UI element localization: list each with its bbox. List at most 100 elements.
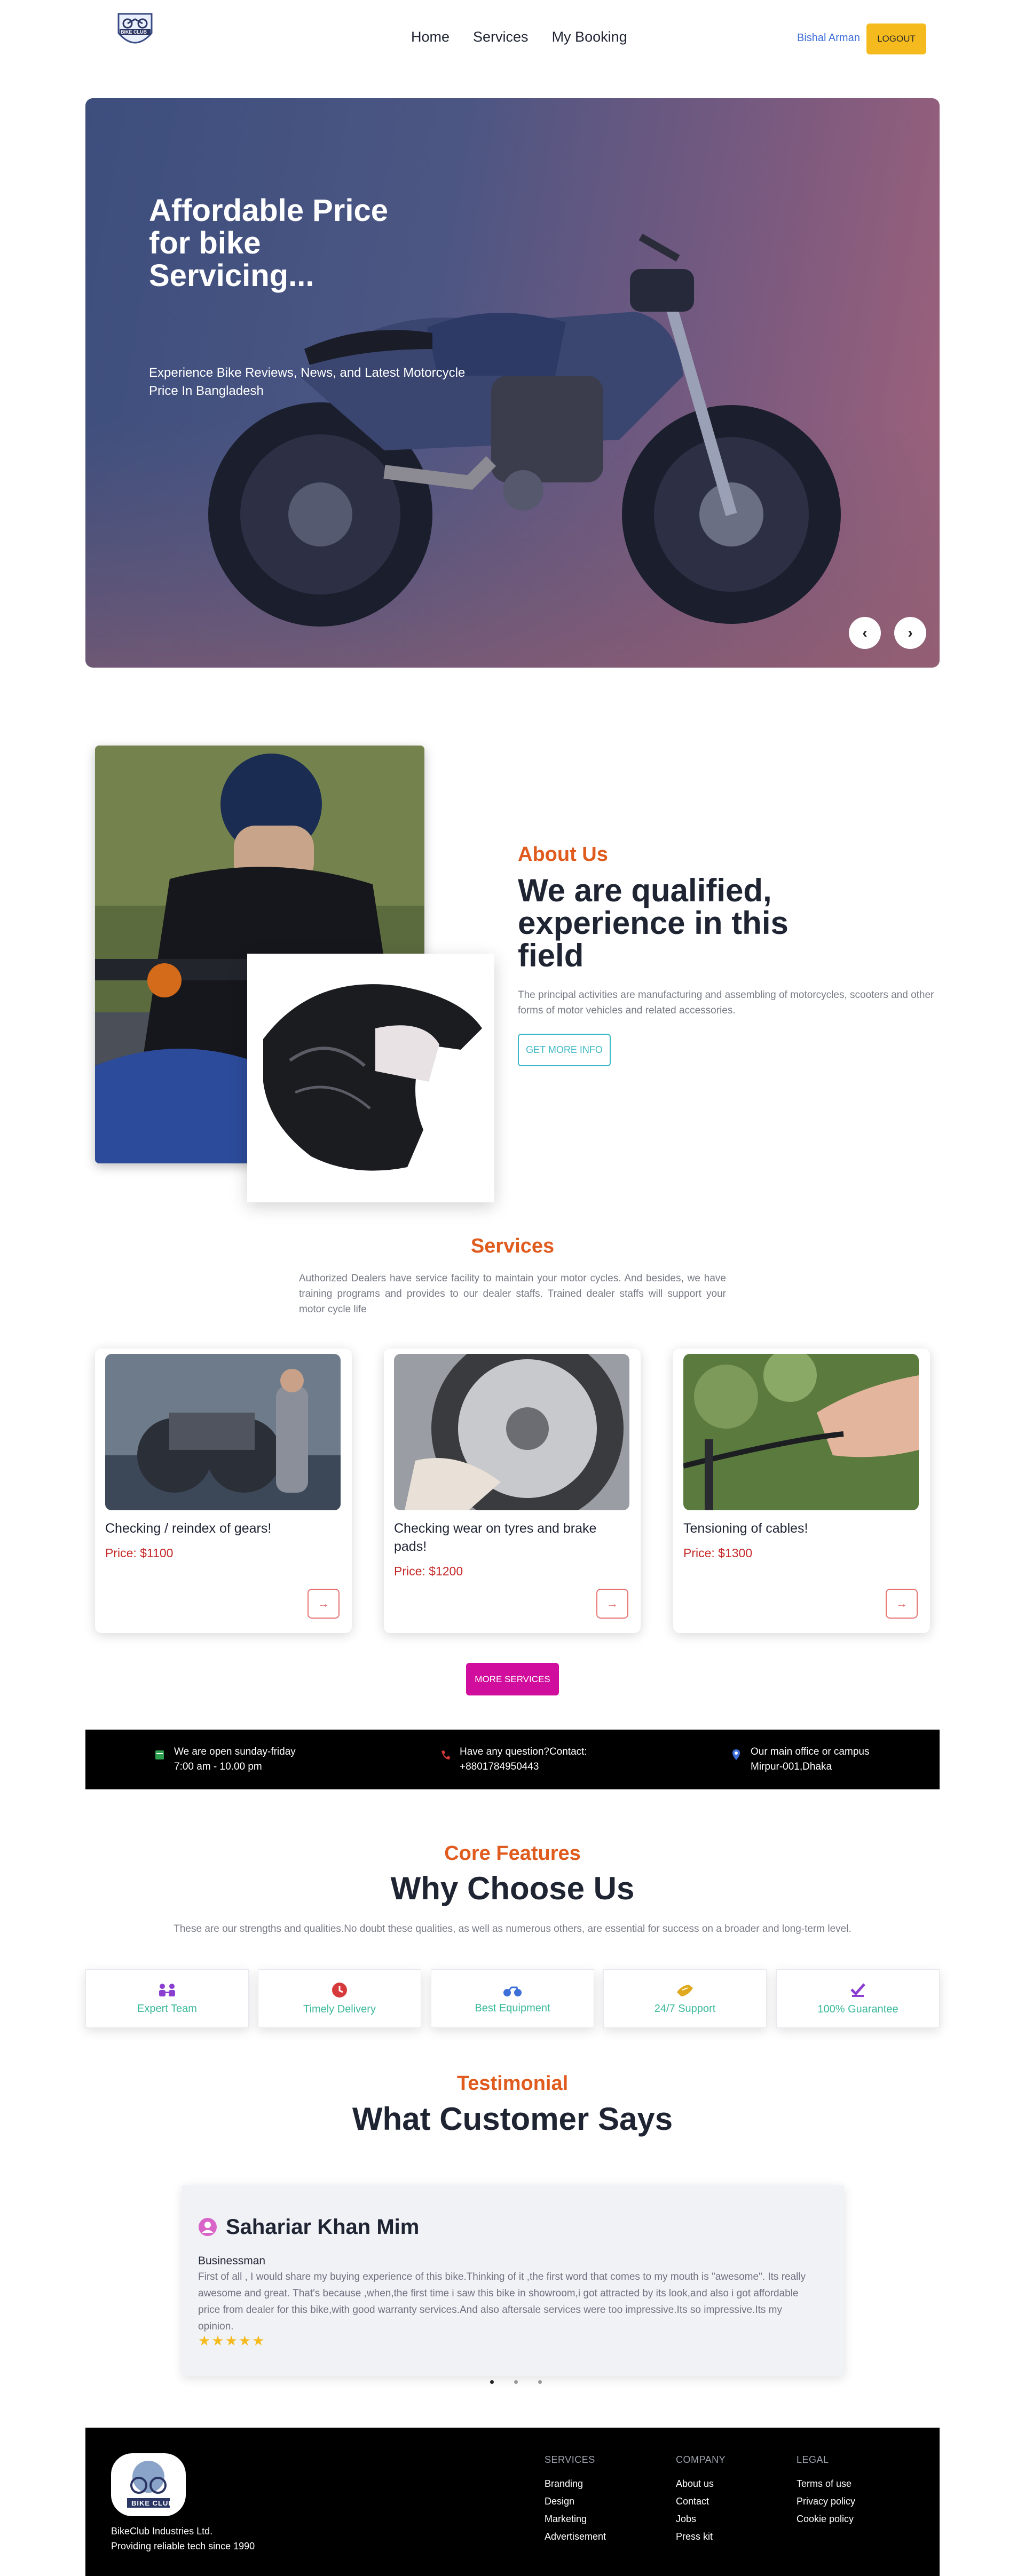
- logout-button[interactable]: LOGOUT: [866, 23, 926, 54]
- feature-label: Best Equipment: [475, 2002, 550, 2014]
- about-heading: We are qualified, experience in this fie…: [518, 873, 789, 973]
- footer-link[interactable]: Cookie policy: [797, 2514, 855, 2525]
- testimonial-card: Sahariar Khan Mim Businessman First of a…: [182, 2185, 844, 2376]
- carousel-next-button[interactable]: ›: [894, 617, 926, 649]
- features-tag: Core Features: [444, 1842, 581, 1865]
- carousel-dot-active[interactable]: [490, 2380, 494, 2384]
- check-icon: [850, 1983, 865, 1997]
- feature-card-best-equipment: Best Equipment: [431, 1969, 594, 2028]
- company-tagline: Providing reliable tech since 1990: [111, 2541, 255, 2551]
- testimonial-tag: Testimonial: [456, 2072, 569, 2095]
- arrow-right-icon: →: [896, 1597, 908, 1610]
- nav-my-booking[interactable]: My Booking: [552, 29, 627, 45]
- service-image-gears: [105, 1354, 341, 1510]
- footer-logo-text: BIKE CLUB: [131, 2499, 174, 2507]
- chevron-right-icon: ›: [908, 624, 913, 641]
- page: BIKE CLUB Home Services My Booking Bisha…: [0, 0, 1025, 2576]
- footer-column-title: COMPANY: [676, 2454, 726, 2465]
- testimonial-text: First of all , I would share my buying e…: [198, 2271, 806, 2332]
- more-services-button[interactable]: MORE SERVICES: [466, 1663, 559, 1695]
- feature-label: 100% Guarantee: [817, 2003, 898, 2015]
- calendar-icon: [155, 1750, 164, 1759]
- carousel-prev-button[interactable]: ‹: [849, 617, 881, 649]
- testimonial-heading: What Customer Says: [352, 2101, 673, 2137]
- service-title: Tensioning of cables!: [683, 1521, 808, 1536]
- clock-icon: [332, 1982, 347, 1998]
- footer-link[interactable]: Design: [545, 2496, 606, 2507]
- nav-links: Home Services My Booking: [411, 29, 627, 45]
- user-avatar-icon: [199, 2218, 217, 2236]
- contact-info: Have any question?Contact: +8801784950443: [440, 1745, 587, 1774]
- nav-home[interactable]: Home: [411, 29, 450, 45]
- footer-column-title: SERVICES: [545, 2454, 595, 2465]
- service-price: Price: $1200: [394, 1564, 463, 1578]
- footer-link[interactable]: Terms of use: [797, 2478, 855, 2490]
- footer-link[interactable]: Branding: [545, 2478, 606, 2490]
- info-value: 7:00 am - 10.00 pm: [174, 1761, 262, 1772]
- feature-card-expert-team: Expert Team: [85, 1969, 249, 2028]
- service-card[interactable]: Checking wear on tyres and brake pads! P…: [384, 1349, 641, 1633]
- carousel-dot[interactable]: [514, 2380, 518, 2384]
- footer-services-column: SERVICES Branding Design Marketing Adver…: [545, 2454, 606, 2549]
- arrow-right-icon: →: [318, 1597, 329, 1610]
- nav-services[interactable]: Services: [473, 29, 529, 45]
- feature-label: Timely Delivery: [303, 2003, 376, 2015]
- opening-hours: We are open sunday-friday 7:00 am - 10.00…: [155, 1745, 296, 1774]
- footer-link[interactable]: Jobs: [676, 2514, 726, 2525]
- service-price: Price: $1100: [105, 1546, 174, 1560]
- service-detail-button[interactable]: →: [886, 1589, 918, 1619]
- info-label: Our main office or campus: [751, 1746, 870, 1757]
- service-name: Checking wear on tyres and brake pads! P…: [394, 1519, 629, 1580]
- hero-banner: Affordable Price for bike Servicing... E…: [85, 98, 940, 668]
- footer-link[interactable]: About us: [676, 2478, 726, 2490]
- phone-icon: [441, 1750, 450, 1759]
- footer-link[interactable]: Advertisement: [545, 2531, 606, 2542]
- footer-logo[interactable]: BIKE CLUB: [111, 2453, 186, 2516]
- services-description: Authorized Dealers have service facility…: [299, 1273, 726, 1315]
- feature-label: Expert Team: [137, 2002, 197, 2015]
- footer-link[interactable]: Press kit: [676, 2531, 726, 2542]
- arrow-right-icon: →: [606, 1597, 618, 1610]
- info-label: We are open sunday-friday: [174, 1746, 296, 1757]
- feature-card-guarantee: 100% Guarantee: [776, 1969, 940, 2028]
- carousel-dot[interactable]: [538, 2380, 542, 2384]
- footer-link[interactable]: Contact: [676, 2496, 726, 2507]
- services-tag: Services: [470, 1235, 555, 1257]
- footer-link[interactable]: Marketing: [545, 2514, 606, 2525]
- helmet-image: [247, 954, 494, 1202]
- about-text: The principal activities are manufacturi…: [518, 989, 934, 1016]
- get-more-info-button[interactable]: GET MORE INFO: [518, 1034, 611, 1066]
- bike-club-logo[interactable]: BIKE CLUB: [113, 7, 157, 51]
- hero-subtitle: Experience Bike Reviews, News, and Lates…: [149, 366, 466, 398]
- service-image-cables: [683, 1354, 919, 1510]
- footer-company: BikeClub Industries Ltd. Providing relia…: [111, 2524, 255, 2554]
- location-icon: [732, 1749, 740, 1760]
- service-card[interactable]: Checking / reindex of gears! Price: $110…: [95, 1349, 352, 1633]
- carousel-dots: [490, 2380, 542, 2384]
- info-label: Have any question?Contact:: [460, 1746, 587, 1757]
- info-value: Mirpur-001,Dhaka: [751, 1761, 832, 1772]
- feature-card-timely-delivery: Timely Delivery: [258, 1969, 421, 2028]
- service-detail-button[interactable]: →: [308, 1589, 340, 1619]
- service-detail-button[interactable]: →: [596, 1589, 628, 1619]
- service-name: Checking / reindex of gears! Price: $110…: [105, 1519, 340, 1562]
- company-name: BikeClub Industries Ltd.: [111, 2526, 213, 2537]
- office-location: Our main office or campus Mirpur-001,Dhak…: [731, 1745, 869, 1774]
- service-price: Price: $1300: [683, 1546, 753, 1560]
- service-card[interactable]: Tensioning of cables! Price: $1300 →: [673, 1349, 930, 1633]
- about-tag: About Us: [518, 843, 608, 866]
- service-title: Checking wear on tyres and brake pads!: [394, 1521, 597, 1554]
- info-value[interactable]: +8801784950443: [460, 1759, 587, 1774]
- feature-label: 24/7 Support: [654, 2002, 716, 2015]
- user-name[interactable]: Bishal Arman: [797, 32, 860, 44]
- service-name: Tensioning of cables! Price: $1300: [683, 1519, 918, 1562]
- footer-legal-column: LEGAL Terms of use Privacy policy Cookie…: [797, 2454, 855, 2531]
- features-description: These are our strengths and qualities.No…: [174, 1923, 851, 1935]
- hero-title: Affordable Price for bike Servicing...: [149, 193, 388, 293]
- rating-stars-icon: ★★★★★: [198, 2333, 266, 2349]
- footer-column-title: LEGAL: [797, 2454, 829, 2465]
- service-title: Checking / reindex of gears!: [105, 1521, 272, 1536]
- motorbike-icon: [503, 1986, 522, 1996]
- navbar: BIKE CLUB Home Services My Booking Bisha…: [0, 0, 1025, 64]
- footer-link[interactable]: Privacy policy: [797, 2496, 855, 2507]
